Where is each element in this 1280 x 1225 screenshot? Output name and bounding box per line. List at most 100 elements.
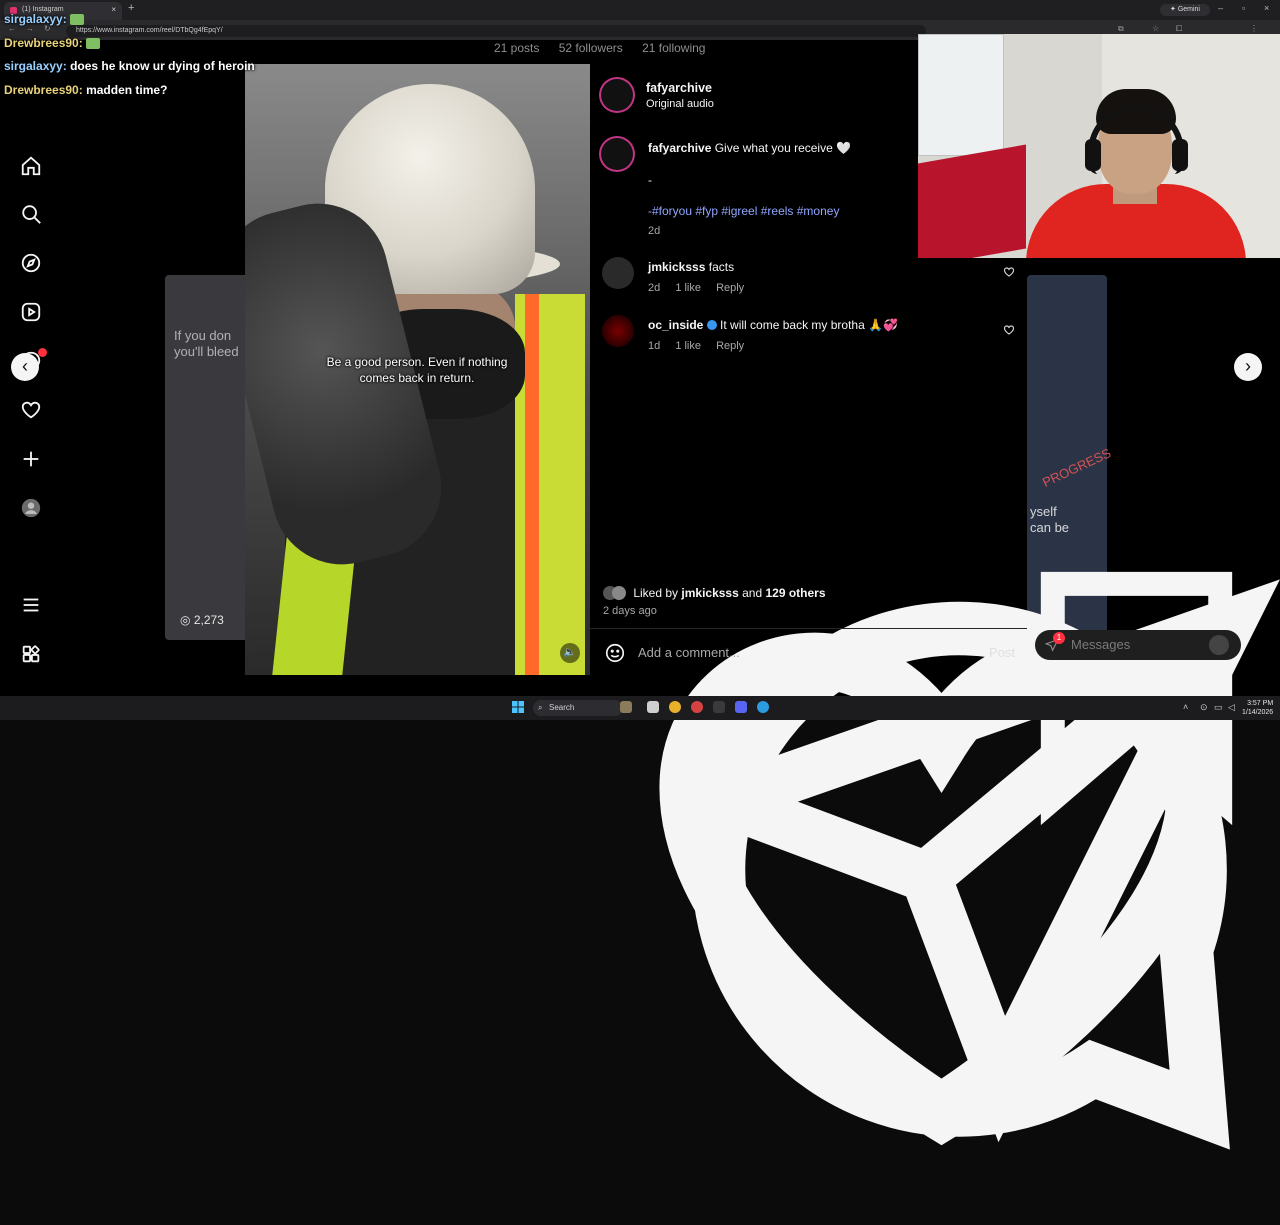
- search-icon[interactable]: [20, 203, 42, 225]
- comment-avatar-oc-inside[interactable]: [602, 315, 634, 347]
- edge-icon[interactable]: [757, 701, 769, 713]
- original-audio-link[interactable]: Original audio: [646, 98, 714, 110]
- taskbar-search-box[interactable]: ⌕ Search: [533, 700, 623, 716]
- chat-message: Drewbrees90:: [4, 36, 101, 50]
- create-plus-icon[interactable]: [20, 448, 42, 470]
- reels-icon[interactable]: [20, 301, 42, 323]
- also-from-meta-icon[interactable]: [20, 643, 42, 665]
- headphone-cup-left: [1085, 139, 1101, 171]
- next-reel-text: yself can be: [1030, 504, 1070, 535]
- address-bar-input[interactable]: https://www.instagram.com/reel/DTbQg4fEp…: [66, 25, 926, 37]
- liked-by-prefix: Liked by: [633, 586, 679, 600]
- new-tab-button[interactable]: +: [128, 2, 134, 14]
- taskbar-app-icon[interactable]: [713, 701, 725, 713]
- caption-author-avatar[interactable]: [601, 138, 633, 170]
- chat-username: Drewbrees90:: [4, 83, 83, 97]
- explore-compass-icon[interactable]: [20, 252, 42, 274]
- bookmark-star-icon[interactable]: ☆: [1152, 24, 1159, 33]
- taskbar-clock[interactable]: 3:57 PM 1/14/2026: [1242, 699, 1273, 717]
- headphone-cup-right: [1172, 139, 1188, 171]
- posts-count[interactable]: 21 posts: [494, 41, 539, 55]
- messages-badge: 1: [1053, 632, 1065, 644]
- comment-avatar-jmkicksss[interactable]: [602, 257, 634, 289]
- tab-close-icon[interactable]: ×: [111, 2, 116, 18]
- chat-emote-icon: [70, 14, 85, 26]
- add-comment-input[interactable]: Add a comment...: [638, 645, 740, 660]
- taskbar-app-red-icon[interactable]: [691, 701, 703, 713]
- tray-mic-icon[interactable]: ⊙: [1200, 702, 1208, 713]
- windows-start-icon[interactable]: [512, 701, 524, 713]
- liked-by-others[interactable]: 129 others: [766, 586, 826, 600]
- liked-by-user[interactable]: jmkicksss: [681, 586, 738, 600]
- chat-username: sirgalaxyy:: [4, 59, 67, 73]
- tray-volume-icon[interactable]: ◁: [1228, 702, 1235, 713]
- caption-dash: -: [648, 173, 652, 187]
- author-username[interactable]: fafyarchive: [646, 81, 712, 95]
- comment-meta: 2d 1 like Reply: [648, 282, 756, 294]
- extension-icon[interactable]: ⧉: [1118, 24, 1124, 34]
- caption-text: Give what you receive 🤍: [714, 141, 852, 155]
- browser-tab-bar: [0, 0, 1280, 20]
- chat-username: Drewbrees90:: [4, 36, 83, 50]
- more-menu-icon[interactable]: [20, 594, 42, 616]
- whiteboard: [918, 34, 1004, 156]
- liked-by-and: and: [742, 586, 763, 600]
- caption-age: 2d: [648, 225, 661, 237]
- gemini-button[interactable]: ✦ Gemini: [1160, 4, 1210, 16]
- previous-reel-button[interactable]: ‹: [11, 353, 39, 381]
- previous-reel-views: ◎ 2,273: [180, 613, 224, 627]
- followers-count[interactable]: 52 followers: [559, 41, 623, 55]
- comment-text: It will come back my brotha 🙏💞: [720, 318, 898, 332]
- comment-like-heart-icon[interactable]: [1003, 324, 1015, 336]
- minimize-window-button[interactable]: –: [1218, 3, 1223, 13]
- home-icon[interactable]: [20, 155, 42, 177]
- caption-hashtags[interactable]: -#foryou #fyp #igreel #reels #money: [648, 204, 839, 218]
- messages-label: Messages: [1071, 637, 1131, 652]
- chat-username: sirgalaxyy:: [4, 12, 67, 26]
- comment-reply-button[interactable]: Reply: [716, 282, 744, 294]
- post-timestamp: 2 days ago: [603, 605, 657, 617]
- comment-text: facts: [708, 260, 735, 274]
- profile-stats: 21 posts 52 followers 21 following: [494, 41, 721, 55]
- browser-menu-icon[interactable]: ⋮: [1250, 24, 1258, 33]
- extensions-puzzle-icon[interactable]: ⧠: [1176, 24, 1182, 34]
- close-window-button[interactable]: ×: [1264, 3, 1269, 13]
- comment-reply-button[interactable]: Reply: [716, 340, 744, 352]
- emoji-smiley-icon[interactable]: [604, 642, 626, 664]
- vest-stripe: [525, 294, 539, 675]
- tray-chevron-icon[interactable]: ˄: [1183, 702, 1188, 712]
- comment-age: 2d: [648, 282, 661, 294]
- post-caption: fafyarchive Give what you receive 🤍: [648, 141, 851, 155]
- file-explorer-icon[interactable]: [647, 701, 659, 713]
- comment-like-heart-icon[interactable]: [1003, 266, 1015, 278]
- next-reel-button[interactable]: ›: [1234, 353, 1262, 381]
- comment-likes[interactable]: 1 like: [675, 340, 701, 352]
- comment-row: jmkicksss facts: [648, 260, 734, 274]
- restore-window-button[interactable]: ▫: [1242, 3, 1245, 13]
- chrome-icon[interactable]: [669, 701, 681, 713]
- verified-badge-icon: [706, 320, 717, 330]
- caption-username[interactable]: fafyarchive: [648, 141, 711, 155]
- author-avatar[interactable]: [601, 79, 633, 111]
- following-count[interactable]: 21 following: [642, 41, 705, 55]
- tray-network-icon[interactable]: ▭: [1214, 702, 1223, 713]
- notification-dot: [38, 348, 47, 357]
- notifications-heart-icon[interactable]: [20, 399, 42, 421]
- comment-username[interactable]: jmkicksss: [648, 260, 705, 274]
- clock-time: 3:57 PM: [1247, 700, 1274, 707]
- comment-likes[interactable]: 1 like: [675, 282, 701, 294]
- messages-avatar: [1209, 635, 1229, 655]
- taskbar-app-icon[interactable]: [620, 701, 632, 713]
- profile-avatar-icon[interactable]: [20, 497, 42, 519]
- windows-taskbar: [0, 696, 1280, 720]
- liker-avatar: [612, 586, 626, 600]
- post-comment-button[interactable]: Post: [989, 645, 1015, 660]
- messages-pill[interactable]: 1 Messages: [1035, 630, 1241, 660]
- comment-row: oc_inside It will come back my brotha 🙏💞: [648, 318, 898, 332]
- save-bookmark-icon[interactable]: [993, 548, 1280, 835]
- comment-username[interactable]: oc_inside: [648, 318, 703, 332]
- liked-by-line: Liked by jmkicksss and 129 others: [603, 586, 826, 600]
- mute-toggle-speaker-icon[interactable]: 🔈: [560, 643, 580, 663]
- reel-video[interactable]: Be a good person. Even if nothing comes …: [245, 64, 590, 675]
- discord-icon[interactable]: [735, 701, 747, 713]
